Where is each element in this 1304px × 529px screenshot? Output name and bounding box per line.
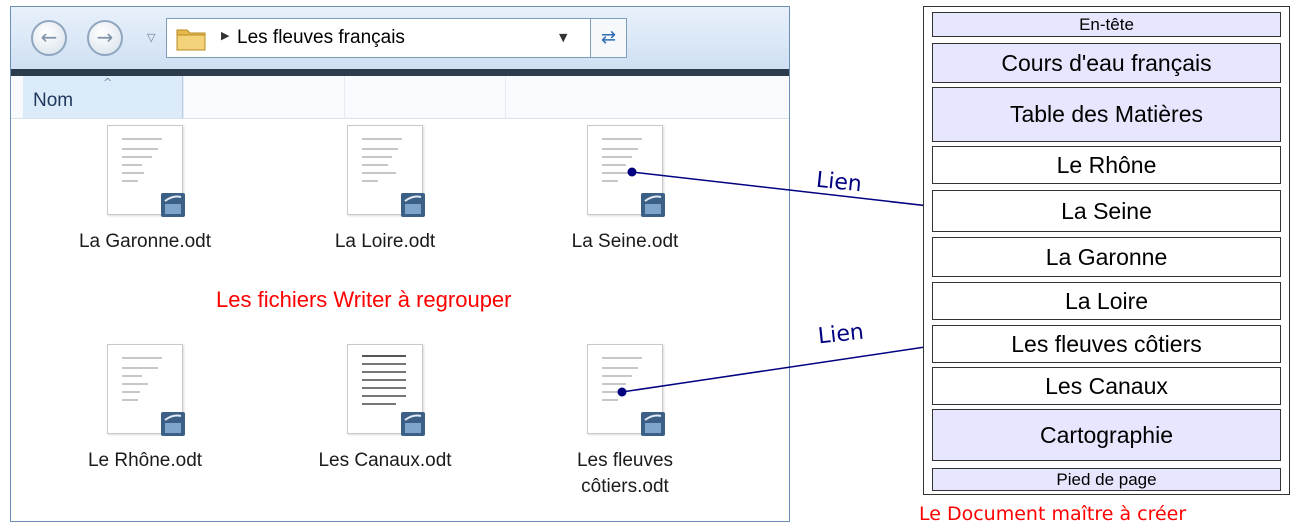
column-divider[interactable]	[183, 76, 184, 118]
address-bar[interactable]: ▶ Les fleuves français ▼	[166, 18, 591, 58]
recent-pages-dropdown-icon[interactable]: ▽	[147, 31, 155, 44]
sort-ascending-icon: ^	[103, 76, 113, 89]
document-thumbnail-icon	[347, 344, 425, 436]
refresh-icon: ⇄	[600, 27, 617, 48]
file-item[interactable]: Les Canaux.odt	[285, 344, 485, 474]
file-item[interactable]: La Garonne.odt	[45, 125, 245, 255]
section-subdocument: La Garonne	[932, 237, 1281, 277]
file-name: Les fleuves côtiers.odt	[576, 450, 674, 497]
section-subdocument: Le Rhône	[932, 146, 1281, 184]
breadcrumb-current-folder[interactable]: Les fleuves français	[237, 27, 405, 49]
document-thumbnail-icon	[347, 125, 425, 217]
file-name: Le Rhône.odt	[87, 450, 203, 471]
folder-icon	[176, 29, 206, 51]
section-subdocument: Les fleuves côtiers	[932, 325, 1281, 363]
column-divider[interactable]	[344, 76, 345, 118]
link-label: Lien	[814, 167, 864, 198]
section-title: Cours d'eau français	[932, 43, 1281, 83]
file-item[interactable]: Le Rhône.odt	[45, 344, 245, 474]
forward-button[interactable]: →	[87, 20, 123, 56]
back-button[interactable]: ←	[31, 20, 67, 56]
file-item[interactable]: Les fleuves côtiers.odt	[525, 344, 725, 500]
breadcrumb-arrow-icon[interactable]: ▶	[221, 29, 229, 42]
navigation-toolbar: ← → ▽ ▶ Les fleuves français ▼ ⇄	[11, 7, 789, 69]
writer-document-icon	[401, 193, 425, 217]
column-header-row: ^ Nom	[11, 76, 789, 119]
section-subdocument: La Seine	[932, 190, 1281, 232]
link-label: Lien	[816, 319, 866, 350]
address-dropdown-icon[interactable]: ▼	[559, 31, 567, 44]
section-subdocument: Les Canaux	[932, 367, 1281, 405]
explorer-caption: Les fichiers Writer à regrouper	[216, 287, 512, 312]
section-subdocument: La Loire	[932, 282, 1281, 320]
column-header-nom[interactable]: ^ Nom	[23, 76, 183, 118]
file-item[interactable]: La Loire.odt	[285, 125, 485, 255]
file-explorer-window: ← → ▽ ▶ Les fleuves français ▼ ⇄ ^ Nom L…	[10, 6, 790, 522]
file-name: La Loire.odt	[334, 231, 436, 252]
command-bar	[11, 69, 789, 76]
section-toc: Table des Matières	[932, 87, 1281, 142]
section-footer: Pied de page	[932, 468, 1281, 491]
writer-document-icon	[641, 412, 665, 436]
back-arrow-icon: ←	[40, 25, 58, 49]
master-document: En-tête Cours d'eau français Table des M…	[923, 6, 1290, 495]
master-caption: Le Document maître à créer	[919, 503, 1187, 525]
writer-document-icon	[401, 412, 425, 436]
column-divider[interactable]	[505, 76, 506, 118]
writer-document-icon	[641, 193, 665, 217]
document-thumbnail-icon	[587, 344, 665, 436]
file-name: La Garonne.odt	[78, 231, 212, 252]
file-name: Les Canaux.odt	[318, 450, 452, 471]
document-thumbnail-icon	[107, 125, 185, 217]
column-header-label: Nom	[33, 90, 74, 111]
section-header: En-tête	[932, 12, 1281, 37]
writer-document-icon	[161, 193, 185, 217]
writer-document-icon	[161, 412, 185, 436]
document-thumbnail-icon	[587, 125, 665, 217]
file-name: La Seine.odt	[571, 231, 679, 252]
document-thumbnail-icon	[107, 344, 185, 436]
section-cartography: Cartographie	[932, 409, 1281, 461]
refresh-button[interactable]: ⇄	[591, 18, 627, 58]
file-item[interactable]: La Seine.odt	[525, 125, 725, 255]
forward-arrow-icon: →	[96, 25, 114, 49]
